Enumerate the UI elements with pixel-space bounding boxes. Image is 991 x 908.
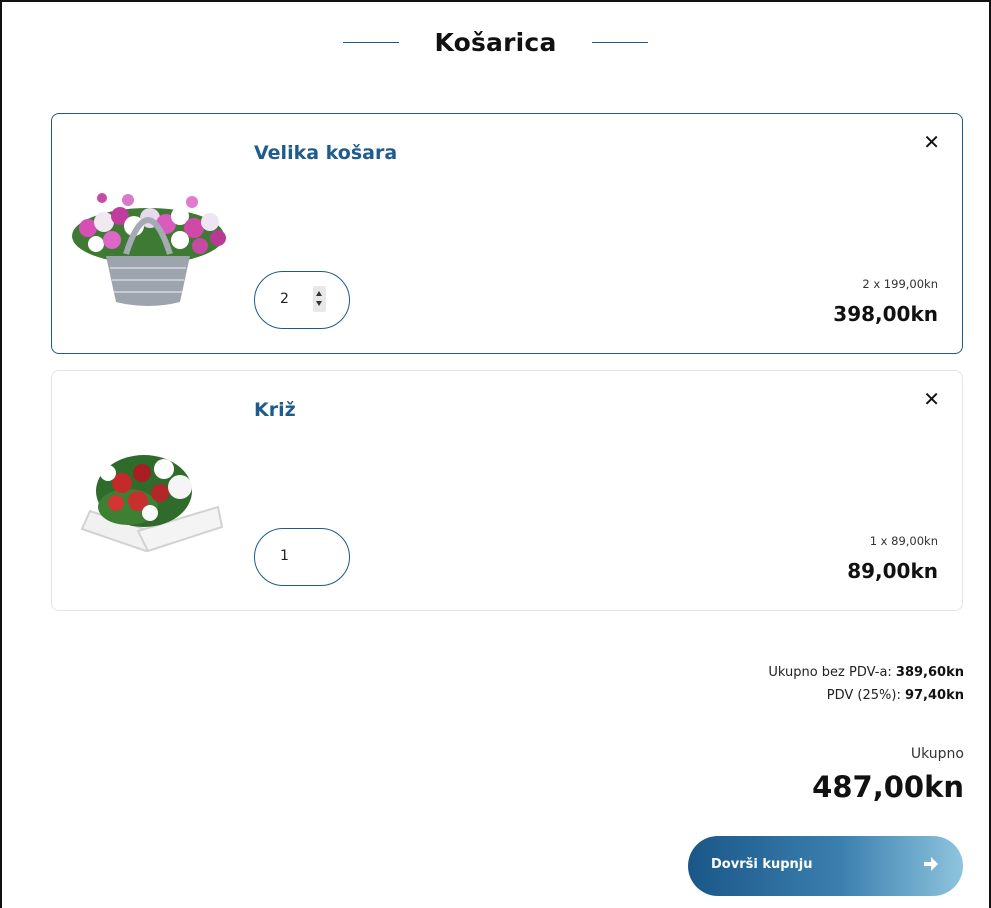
close-icon: ✕ — [923, 130, 940, 154]
quantity-value[interactable]: 1 — [280, 548, 289, 564]
cross-flower-arrangement-image — [80, 441, 224, 553]
vat-row: PDV (25%): 97,40kn — [827, 688, 964, 703]
quantity-value[interactable]: 2 — [280, 291, 289, 307]
cart-item: Velika košara ✕ 2 2 x 199,00kn 398,00kn — [51, 113, 963, 354]
page-title: Košarica — [434, 28, 557, 57]
remove-item-button[interactable]: ✕ — [923, 132, 940, 152]
line-total: 89,00kn — [847, 559, 938, 583]
vat-value: 97,40kn — [904, 688, 964, 703]
title-rule-left — [343, 42, 400, 43]
total-label: Ukupno — [910, 746, 964, 762]
subtotal-row: Ukupno bez PDV-a: 389,60kn — [768, 665, 964, 680]
quantity-stepper[interactable]: 2 — [254, 271, 350, 329]
arrow-right-icon — [924, 857, 938, 871]
subtotal-label: Ukupno bez PDV-a: — [768, 665, 896, 680]
unit-price-line: 2 x 199,00kn — [862, 277, 938, 291]
page-header: Košarica — [0, 28, 991, 57]
subtotal-value: 389,60kn — [895, 665, 964, 680]
increment-arrow-icon[interactable] — [316, 291, 322, 296]
title-rule-right — [591, 42, 648, 43]
total-value: 487,00kn — [812, 770, 964, 804]
basket-flower-arrangement-image — [72, 190, 226, 306]
unit-price-line: 1 x 89,00kn — [869, 534, 938, 548]
line-total: 398,00kn — [833, 302, 938, 326]
close-icon: ✕ — [923, 387, 940, 411]
checkout-button[interactable]: Dovrši kupnju — [688, 836, 963, 896]
decrement-arrow-icon[interactable] — [316, 301, 322, 306]
cart-item: Križ ✕ 1 1 x 89,00kn 89,00kn — [51, 370, 963, 611]
vat-label: PDV (25%): — [826, 688, 905, 703]
quantity-stepper[interactable]: 1 — [254, 528, 350, 586]
item-name[interactable]: Križ — [254, 399, 296, 421]
quantity-spinner[interactable] — [313, 286, 326, 312]
checkout-label: Dovrši kupnju — [711, 857, 813, 872]
remove-item-button[interactable]: ✕ — [923, 389, 940, 409]
item-name[interactable]: Velika košara — [254, 142, 397, 164]
